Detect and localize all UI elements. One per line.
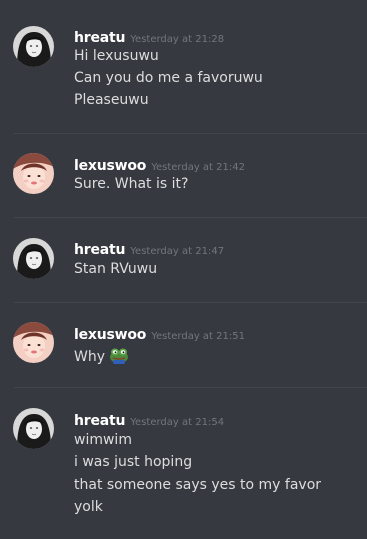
message-divider (14, 217, 367, 218)
message-text: wimwim (74, 432, 132, 448)
message-text: Why (74, 346, 130, 368)
username[interactable]: lexuswoo (74, 158, 146, 174)
hreatu-avatar-image (13, 26, 54, 67)
message-text: that someone says yes to my favor (74, 477, 322, 493)
hreatu-avatar-image (13, 238, 54, 279)
hreatu-avatar-image (13, 408, 54, 449)
message-text: i was just hoping (74, 454, 193, 470)
message-divider (14, 133, 367, 134)
lexuswoo-avatar-image (13, 153, 54, 194)
avatar[interactable] (13, 238, 54, 279)
message-divider (14, 302, 367, 303)
message-text: Can you do me a favoruwu (74, 70, 263, 86)
message-text-content: Why (74, 349, 106, 365)
pepe-frog-emoji-icon[interactable] (108, 346, 130, 368)
username[interactable]: hreatu (74, 413, 125, 429)
timestamp[interactable]: Yesterday at 21:42 (151, 162, 245, 173)
message-text: Stan RVuwu (74, 261, 158, 277)
timestamp[interactable]: Yesterday at 21:51 (151, 331, 245, 342)
avatar[interactable] (13, 322, 54, 363)
username[interactable]: hreatu (74, 30, 125, 46)
lexuswoo-avatar-image (13, 322, 54, 363)
message-text: Sure. What is it? (74, 176, 189, 192)
message-divider (14, 387, 367, 388)
timestamp[interactable]: Yesterday at 21:47 (130, 246, 224, 257)
avatar[interactable] (13, 153, 54, 194)
username[interactable]: lexuswoo (74, 327, 146, 343)
avatar[interactable] (13, 408, 54, 449)
avatar[interactable] (13, 26, 54, 67)
message-text: Hi lexusuwu (74, 48, 159, 64)
timestamp[interactable]: Yesterday at 21:28 (130, 34, 224, 45)
timestamp[interactable]: Yesterday at 21:54 (130, 417, 224, 428)
message-text: yolk (74, 499, 103, 515)
username[interactable]: hreatu (74, 242, 125, 258)
chat-messages: hreatu Yesterday at 21:28 Hi lexusuwu Can… (0, 0, 367, 539)
message-text: Pleaseuwu (74, 92, 149, 108)
